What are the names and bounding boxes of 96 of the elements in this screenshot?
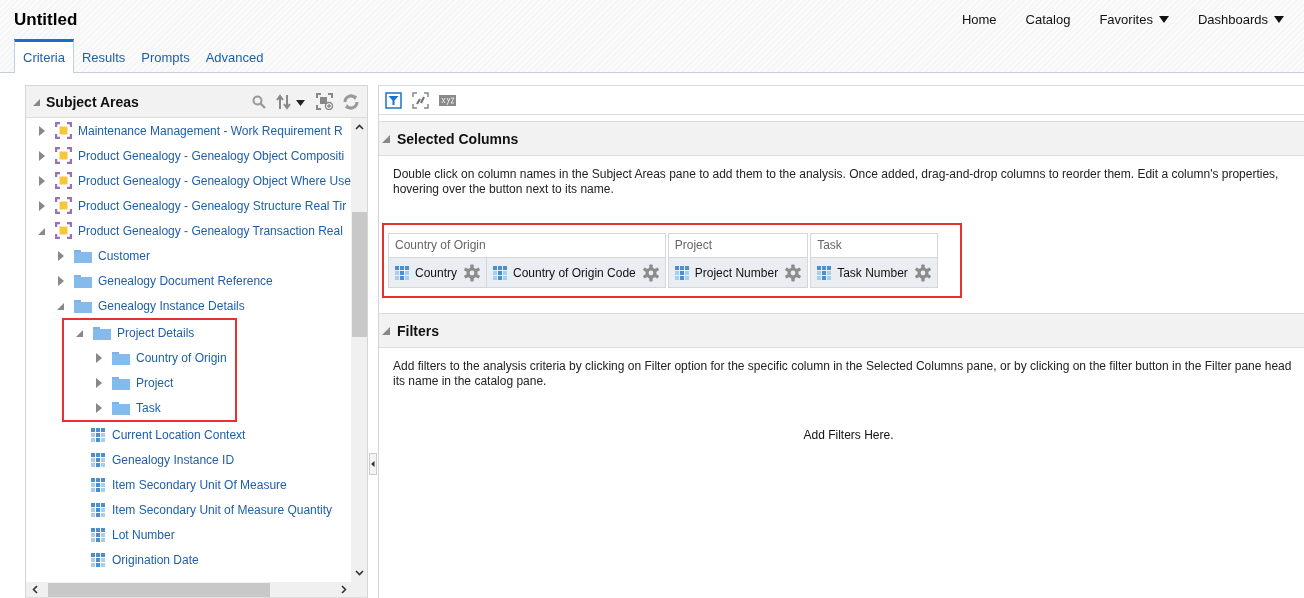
section-title: Filters bbox=[397, 322, 439, 339]
edit-formula-icon[interactable] bbox=[412, 91, 429, 109]
folder-icon bbox=[112, 350, 130, 365]
subject-area-icon bbox=[55, 197, 72, 214]
tree-item[interactable]: Project Details bbox=[117, 325, 195, 340]
column-icon bbox=[674, 265, 689, 280]
expand-triangle-icon[interactable] bbox=[37, 149, 47, 162]
expand-triangle-icon[interactable] bbox=[37, 124, 47, 137]
drop-hint: Add Filters Here. bbox=[803, 428, 894, 442]
subject-area-icon bbox=[55, 222, 72, 239]
tab[interactable]: Criteria bbox=[14, 39, 74, 73]
tree-item[interactable]: Product Genealogy - Genealogy Object Compositi bbox=[78, 148, 345, 163]
column-icon bbox=[91, 502, 105, 517]
selected-column[interactable]: Task Number bbox=[811, 258, 937, 287]
expand-triangle-icon[interactable] bbox=[56, 249, 66, 262]
tree-item[interactable]: Product Genealogy - Genealogy Object Where Use bbox=[78, 173, 351, 188]
column-icon bbox=[91, 527, 105, 542]
selected-column[interactable]: Country bbox=[389, 258, 488, 287]
tab[interactable]: Advanced bbox=[197, 39, 272, 72]
scroll-up-icon[interactable] bbox=[354, 124, 364, 130]
expand-triangle-icon[interactable] bbox=[94, 401, 104, 414]
column-name: Country of Origin Code bbox=[513, 265, 636, 280]
tree-item[interactable]: Lot Number bbox=[112, 527, 175, 542]
description-text: Add filters to the analysis criteria by clicking on Filter option for the specific column in the Selected Columns pane, or by clicking on the filter button in the Filter pane head bbox=[393, 359, 1293, 374]
tree-item[interactable]: Product Genealogy - Genealogy Structure Real Tir bbox=[78, 198, 347, 213]
xyz-icon[interactable] bbox=[439, 94, 456, 106]
scroll-left-icon[interactable] bbox=[32, 585, 38, 594]
column-icon bbox=[817, 265, 832, 280]
page-title: Untitled bbox=[14, 10, 78, 30]
selected-column[interactable]: Country of Origin Code bbox=[487, 258, 665, 287]
tree-item[interactable]: Item Secondary Unit Of Measure bbox=[112, 477, 287, 492]
nav-link[interactable]: Catalog bbox=[1025, 12, 1071, 27]
column-name: Task Number bbox=[837, 265, 908, 280]
expand-triangle-icon[interactable] bbox=[94, 376, 104, 389]
folder-icon bbox=[74, 298, 92, 313]
folder-icon bbox=[74, 248, 92, 263]
expand-triangle-icon[interactable] bbox=[94, 351, 104, 364]
column-icon bbox=[91, 477, 105, 492]
tab[interactable]: Results bbox=[73, 39, 134, 72]
column-name: Country bbox=[415, 265, 458, 280]
tree-item[interactable]: Maintenance Management - Work Requirement R bbox=[78, 123, 343, 138]
column-icon bbox=[493, 265, 508, 280]
description-text: its name in the catalog pane. bbox=[393, 374, 548, 389]
menu-link[interactable]: Favorites bbox=[1099, 12, 1169, 27]
subject-area-icon bbox=[55, 172, 72, 189]
tree-item[interactable]: Country of Origin bbox=[136, 350, 227, 365]
gear-icon[interactable] bbox=[463, 263, 482, 282]
description-text: hovering over the button next to its name. bbox=[393, 182, 615, 197]
description-text: Double click on column names in the Subject Areas pane to add them to the analysis. Once added, drag-and-drop columns to reorder them. Edit a column's properties, bbox=[393, 167, 1280, 182]
expand-triangle-icon[interactable] bbox=[37, 199, 47, 212]
column-icon bbox=[91, 552, 105, 567]
scroll-down-icon[interactable] bbox=[354, 570, 364, 576]
column-icon bbox=[91, 427, 105, 442]
tree-item[interactable]: Genealogy Instance ID bbox=[112, 452, 235, 467]
folder-icon bbox=[74, 273, 92, 288]
subject-area-icon bbox=[55, 122, 72, 139]
gear-icon[interactable] bbox=[784, 263, 803, 282]
expand-triangle-icon[interactable] bbox=[37, 174, 47, 187]
tree-item[interactable]: Project bbox=[136, 375, 174, 390]
column-icon bbox=[91, 452, 105, 467]
dropdown-caret-icon bbox=[1158, 15, 1169, 24]
add-item-icon[interactable] bbox=[316, 93, 333, 110]
tab[interactable]: Prompts bbox=[133, 39, 198, 72]
tree-item[interactable]: Genealogy Document Reference bbox=[98, 273, 273, 288]
tree-item[interactable]: Current Location Context bbox=[112, 427, 246, 442]
tree-item[interactable]: Product Genealogy - Genealogy Transaction Real bbox=[78, 223, 343, 238]
tree-item[interactable]: Item Secondary Unit of Measure Quantity bbox=[112, 502, 333, 517]
column-name: Project Number bbox=[694, 265, 779, 280]
expand-triangle-icon[interactable] bbox=[56, 274, 66, 287]
collapse-triangle-icon[interactable] bbox=[382, 133, 391, 144]
column-icon bbox=[395, 265, 409, 280]
tree-item[interactable]: Origination Date bbox=[112, 552, 199, 567]
search-icon[interactable] bbox=[252, 94, 266, 109]
vertical-scrollbar[interactable] bbox=[351, 118, 367, 582]
gear-icon[interactable] bbox=[913, 263, 932, 282]
folder-icon bbox=[93, 325, 111, 340]
menu-link[interactable]: Dashboards bbox=[1197, 12, 1284, 27]
pane-title: Subject Areas bbox=[46, 93, 139, 110]
nav-link[interactable]: Home bbox=[961, 12, 997, 27]
tree-item[interactable]: Task bbox=[136, 400, 161, 415]
tree-item[interactable]: Customer bbox=[98, 248, 150, 263]
filter-icon[interactable] bbox=[385, 91, 402, 109]
selected-column[interactable]: Project Number bbox=[668, 258, 808, 287]
subject-area-icon bbox=[55, 147, 72, 164]
folder-icon bbox=[112, 400, 130, 415]
section-title: Selected Columns bbox=[397, 130, 519, 147]
scroll-right-icon[interactable] bbox=[341, 585, 347, 594]
gear-icon[interactable] bbox=[641, 263, 660, 282]
sort-icon[interactable] bbox=[276, 93, 306, 110]
collapse-icon[interactable] bbox=[369, 453, 377, 475]
collapse-triangle-icon[interactable] bbox=[382, 325, 391, 336]
horizontal-scrollbar[interactable] bbox=[26, 582, 367, 598]
folder-icon bbox=[112, 375, 130, 390]
refresh-icon[interactable] bbox=[343, 93, 359, 110]
tree-item[interactable]: Genealogy Instance Details bbox=[98, 298, 245, 313]
dropdown-caret-icon bbox=[1274, 15, 1284, 24]
